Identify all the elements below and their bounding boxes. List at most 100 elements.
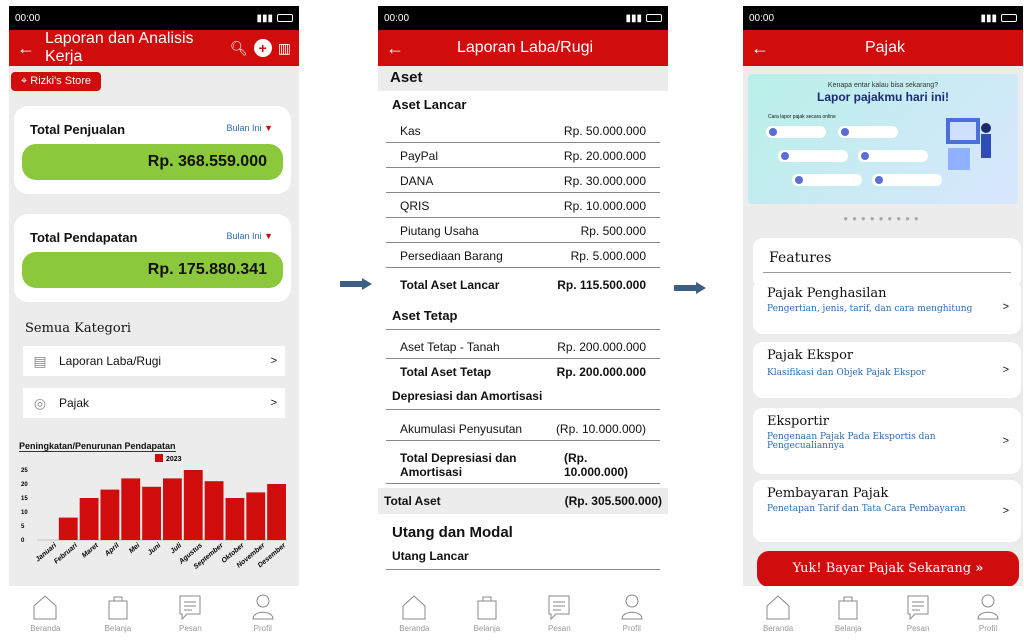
bar-juli bbox=[163, 478, 182, 540]
category-item-pajak[interactable]: ◎ Pajak > bbox=[23, 388, 285, 418]
nav-label: Pesan bbox=[548, 623, 571, 633]
profile-icon bbox=[977, 594, 999, 619]
message-icon bbox=[179, 595, 201, 620]
sales-period-label: Bulan Ini bbox=[226, 123, 262, 133]
nav-beranda[interactable]: Beranda bbox=[30, 592, 60, 633]
nav-profil[interactable]: Profil bbox=[973, 592, 1003, 633]
back-arrow-icon[interactable]: ← bbox=[751, 38, 769, 59]
nav-pesan[interactable]: Pesan bbox=[544, 592, 574, 633]
tax-banner[interactable]: Kenapa entar kalau bisa sekarang? Lapor … bbox=[748, 74, 1018, 204]
app-bar: ← Laporan dan Analisis Kerja 🔍︎ + ▥ bbox=[9, 30, 299, 66]
feature-title: Pajak Penghasilan bbox=[767, 286, 887, 301]
banner-headline: Lapor pajakmu hari ini! bbox=[816, 90, 950, 104]
subsection-depresiasi: Depresiasi dan Amortisasi bbox=[386, 383, 660, 410]
nav-belanja[interactable]: Belanja bbox=[103, 592, 133, 633]
nav-beranda[interactable]: Beranda bbox=[763, 592, 793, 633]
banner-step bbox=[838, 126, 898, 138]
total-aset-row: Total Aset (Rp. 305.500.000) bbox=[378, 488, 668, 514]
features-heading: Features bbox=[763, 238, 1011, 273]
chevron-right-icon: > bbox=[270, 397, 277, 409]
nav-belanja[interactable]: Belanja bbox=[833, 592, 863, 633]
row-label: PayPal bbox=[400, 149, 439, 163]
dropdown-caret-icon: ▼ bbox=[264, 123, 273, 133]
row-value: Rp. 200.000.000 bbox=[557, 340, 646, 354]
x-tick-label: April bbox=[103, 541, 121, 558]
feature-item-pajak-penghasilan[interactable]: Pajak Penghasilan Pengertian, jenis, tar… bbox=[753, 280, 1021, 334]
row-value: Rp. 200.000.000 bbox=[556, 365, 646, 379]
bar-maret bbox=[79, 498, 99, 540]
bar-mei bbox=[121, 478, 141, 540]
banner-step bbox=[792, 174, 862, 186]
bottom-nav: Beranda Belanja Pesan Profil bbox=[378, 586, 668, 638]
category-heading: Semua Kategori bbox=[25, 321, 132, 336]
row-label: Akumulasi Penyusutan bbox=[400, 422, 523, 436]
y-tick-label: 25 bbox=[21, 468, 28, 474]
bottom-nav: Beranda Belanja Pesan Profil bbox=[9, 586, 299, 638]
profile-icon bbox=[252, 594, 274, 619]
banner-step bbox=[766, 126, 826, 138]
feature-title: Pajak Ekspor bbox=[767, 348, 854, 363]
screen-pajak: 00:00 ▮▮▮ ← Pajak Kenapa entar kalau bis… bbox=[743, 6, 1023, 638]
subsection-aset-lancar: Aset Lancar bbox=[392, 97, 467, 112]
income-period-label: Bulan Ini bbox=[226, 231, 262, 241]
row-label: Total Aset bbox=[384, 494, 441, 508]
akumulasi-row: Akumulasi Penyusutan (Rp. 10.000.000) bbox=[386, 410, 660, 441]
total-aset-tetap-row: Total Aset Tetap Rp. 200.000.000 bbox=[386, 359, 660, 383]
nav-beranda[interactable]: Beranda bbox=[399, 592, 429, 633]
aset-lancar-row: PayPal Rp. 20.000.000 bbox=[386, 143, 660, 168]
nav-profil[interactable]: Profil bbox=[248, 592, 278, 633]
row-label: Total Aset Lancar bbox=[400, 278, 500, 292]
store-badge[interactable]: ⌖ Rizki's Store bbox=[11, 72, 102, 91]
bar-november bbox=[246, 492, 266, 540]
aset-lancar-list: Kas Rp. 50.000.000 PayPal Rp. 20.000.000 DAN… bbox=[378, 118, 668, 268]
back-arrow-icon[interactable]: ← bbox=[17, 38, 35, 59]
add-icon[interactable]: + bbox=[253, 39, 272, 57]
app-bar: ← Laporan Laba/Rugi bbox=[378, 30, 668, 66]
carousel-dots[interactable]: ●●●●●●●●● bbox=[743, 214, 1023, 223]
income-period-dropdown[interactable]: Bulan Ini ▼ bbox=[227, 231, 273, 241]
shopping-bag-icon bbox=[477, 596, 497, 619]
bar-april bbox=[100, 489, 120, 540]
signal-battery-icon: ▮▮▮ bbox=[256, 13, 293, 24]
shopping-bag-icon bbox=[108, 596, 128, 619]
feature-item-pembayaran-pajak[interactable]: Pembayaran Pajak Penetapan Tarif dan Tat… bbox=[753, 480, 1021, 542]
row-label: QRIS bbox=[400, 199, 430, 213]
sales-period-dropdown[interactable]: Bulan Ini ▼ bbox=[227, 123, 273, 133]
feature-desc: Pengertian, jenis, tarif, dan cara mengh… bbox=[767, 304, 973, 314]
legend-swatch bbox=[155, 454, 163, 462]
feature-item-pajak-ekspor[interactable]: Pajak Ekspor Klasifikasi dan Objek Pajak… bbox=[753, 342, 1021, 398]
row-value: Rp. 115.500.000 bbox=[557, 278, 646, 292]
category-item-laba-rugi[interactable]: ▤ Laporan Laba/Rugi > bbox=[23, 346, 285, 376]
barcode-icon[interactable]: ▥ bbox=[278, 40, 291, 57]
bottom-nav: Beranda Belanja Pesan Profil bbox=[743, 586, 1023, 638]
pay-tax-button[interactable]: Yuk! Bayar Pajak Sekarang » bbox=[757, 551, 1019, 587]
nav-profil[interactable]: Profil bbox=[617, 592, 647, 633]
back-arrow-icon[interactable]: ← bbox=[386, 38, 404, 59]
aset-lancar-row: Kas Rp. 50.000.000 bbox=[386, 118, 660, 143]
y-tick-label: 0 bbox=[21, 538, 25, 544]
nav-pesan[interactable]: Pesan bbox=[175, 592, 205, 633]
feature-desc: Klasifikasi dan Objek Pajak Ekspor bbox=[767, 368, 926, 378]
signal-battery-icon: ▮▮▮ bbox=[625, 13, 662, 24]
home-icon bbox=[766, 594, 790, 619]
subsection-aset-tetap: Aset Tetap bbox=[386, 296, 660, 330]
feature-title: Pembayaran Pajak bbox=[767, 486, 889, 501]
nav-label: Pesan bbox=[179, 623, 202, 633]
row-label: Total Aset Tetap bbox=[400, 365, 492, 379]
message-icon bbox=[548, 595, 570, 620]
nav-belanja[interactable]: Belanja bbox=[472, 592, 502, 633]
feature-item-eksportir[interactable]: Eksportir Pengenaan Pajak Pada Eksportis… bbox=[753, 408, 1021, 474]
nav-pesan[interactable]: Pesan bbox=[903, 592, 933, 633]
income-label: Total Pendapatan bbox=[30, 230, 138, 245]
search-icon[interactable]: 🔍︎ bbox=[230, 40, 248, 57]
sales-label: Total Penjualan bbox=[30, 122, 126, 137]
chevron-right-icon: > bbox=[1002, 301, 1009, 313]
status-bar: 00:00 ▮▮▮ bbox=[9, 6, 299, 30]
page-title: Pajak bbox=[864, 39, 906, 56]
bar-agustus bbox=[183, 470, 203, 540]
home-icon bbox=[33, 594, 57, 619]
row-label: Total Depresiasi dan Amortisasi bbox=[400, 451, 517, 479]
bar-februari bbox=[58, 517, 78, 540]
app-bar: ← Pajak bbox=[743, 30, 1023, 66]
y-tick-label: 5 bbox=[21, 524, 25, 530]
